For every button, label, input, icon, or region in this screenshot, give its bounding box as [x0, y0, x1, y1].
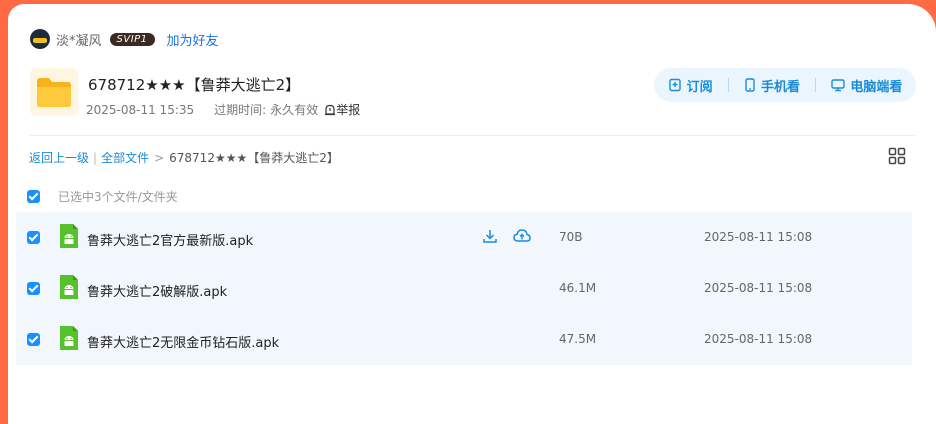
file-checkbox[interactable]	[27, 231, 40, 244]
action-bar: 订阅 手机看 电脑端看	[654, 68, 916, 102]
share-card: 淡*凝风 SVIP1 加为好友 678712★★★【鲁莽大逃亡2】 2025-0…	[8, 4, 936, 424]
subscribe-label: 订阅	[686, 79, 713, 95]
bookmark-icon	[668, 78, 681, 92]
share-title: 678712★★★【鲁莽大逃亡2】	[88, 76, 301, 94]
mobile-view-button[interactable]: 手机看	[744, 76, 800, 95]
select-all-row: 已选中3个文件/文件夹	[27, 188, 178, 205]
file-row[interactable]: 鲁莽大逃亡2无限金币钻石版.apk 47.5M 2025-08-11 15:08	[16, 314, 912, 365]
select-all-checkbox[interactable]	[27, 190, 40, 203]
desktop-view-label: 电脑端看	[850, 79, 903, 95]
report-label: 举报	[336, 103, 361, 117]
file-row[interactable]: 鲁莽大逃亡2官方最新版.apk 70B 2025-08-11 15:08	[16, 212, 912, 263]
header-divider	[30, 135, 916, 136]
cloud-save-icon[interactable]	[513, 228, 531, 248]
share-date: 2025-08-11 15:35	[86, 102, 195, 117]
breadcrumb: 返回上一级 | 全部文件 > 678712★★★【鲁莽大逃亡2】	[29, 149, 339, 166]
android-icon	[60, 224, 78, 252]
expiry-label: 过期时间:	[214, 103, 267, 117]
breadcrumb-separator: >	[154, 150, 165, 165]
file-name[interactable]: 鲁莽大逃亡2无限金币钻石版.apk	[87, 332, 279, 351]
subscribe-button[interactable]: 订阅	[668, 76, 713, 95]
file-list: 鲁莽大逃亡2官方最新版.apk 70B 2025-08-11 15:08 鲁莽大…	[16, 212, 912, 365]
file-size: 47.5M	[559, 332, 597, 346]
report-icon	[325, 104, 336, 115]
file-time: 2025-08-11 15:08	[704, 332, 813, 346]
breadcrumb-current: 678712★★★【鲁莽大逃亡2】	[169, 151, 339, 165]
action-divider	[727, 78, 729, 92]
expiry-value: 永久有效	[270, 103, 319, 117]
grid-view-icon[interactable]	[888, 147, 906, 169]
file-row[interactable]: 鲁莽大逃亡2破解版.apk 46.1M 2025-08-11 15:08	[16, 263, 912, 314]
selection-count: 已选中3个文件/文件夹	[58, 190, 178, 204]
file-name[interactable]: 鲁莽大逃亡2官方最新版.apk	[87, 230, 253, 249]
file-time: 2025-08-11 15:08	[704, 230, 813, 244]
phone-icon	[745, 78, 755, 92]
desktop-view-button[interactable]: 电脑端看	[831, 76, 902, 95]
add-friend-link[interactable]: 加为好友	[167, 30, 219, 49]
download-icon[interactable]	[482, 228, 498, 248]
back-link[interactable]: 返回上一级	[29, 149, 89, 166]
all-files-link[interactable]: 全部文件	[101, 149, 149, 166]
file-time: 2025-08-11 15:08	[704, 281, 813, 295]
user-name[interactable]: 淡*凝风	[56, 30, 102, 49]
report-button[interactable]: 举报	[324, 101, 360, 118]
folder-icon	[30, 68, 78, 116]
file-size: 70B	[559, 230, 583, 244]
breadcrumb-separator: |	[93, 150, 98, 165]
mobile-view-label: 手机看	[760, 79, 800, 95]
monitor-icon	[831, 79, 846, 92]
android-icon	[60, 326, 78, 354]
share-meta: 2025-08-11 15:35 过期时间: 永久有效 举报	[86, 101, 360, 118]
user-info: 淡*凝风 SVIP1 加为好友	[30, 28, 219, 50]
avatar[interactable]	[30, 29, 50, 49]
vip-badge: SVIP1	[109, 32, 155, 46]
android-icon	[60, 275, 78, 303]
file-checkbox[interactable]	[27, 333, 40, 346]
file-checkbox[interactable]	[27, 282, 40, 295]
file-size: 46.1M	[559, 281, 597, 295]
action-divider	[815, 78, 817, 92]
file-name[interactable]: 鲁莽大逃亡2破解版.apk	[87, 281, 227, 300]
